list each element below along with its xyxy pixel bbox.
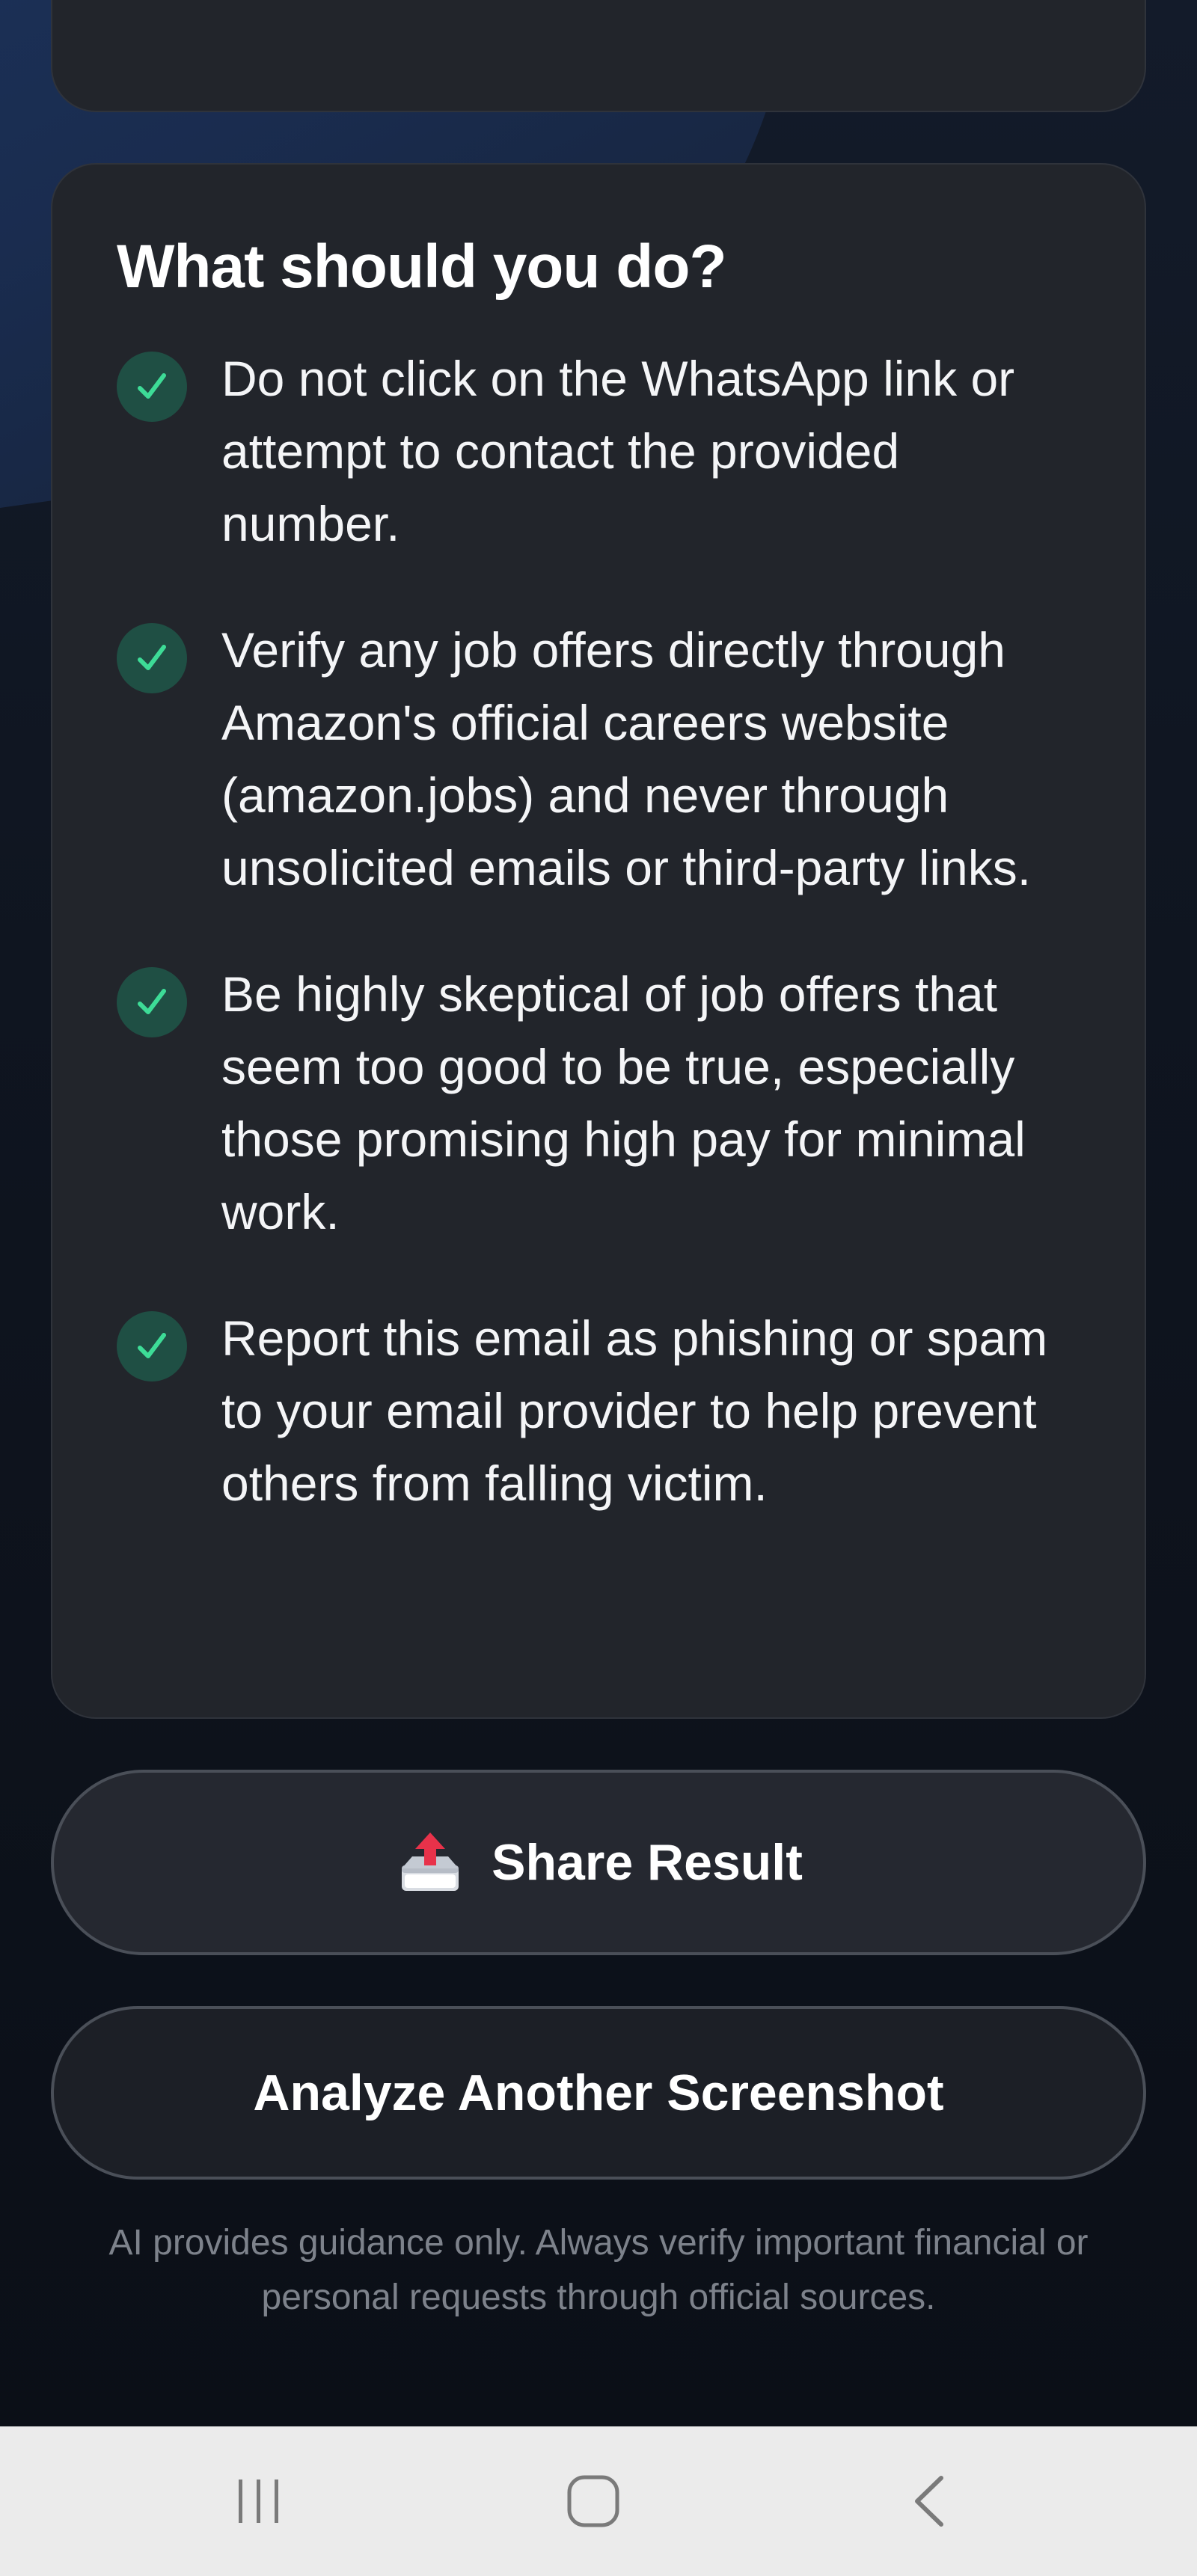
list-item: Verify any job offers directly through A… (117, 614, 1080, 904)
list-item: Be highly skeptical of job offers that s… (117, 958, 1080, 1248)
previous-section-card (51, 0, 1146, 112)
analyze-another-button[interactable]: Analyze Another Screenshot (51, 2006, 1146, 2180)
recommendations-list: Do not click on the WhatsApp link or att… (117, 343, 1080, 1520)
check-icon (117, 1311, 187, 1382)
tip-text: Verify any job offers directly through A… (221, 622, 1032, 896)
check-icon (117, 967, 187, 1038)
recommendations-card: What should you do? Do not click on the … (51, 163, 1146, 1719)
check-icon (117, 623, 187, 694)
list-item: Do not click on the WhatsApp link or att… (117, 343, 1080, 560)
check-icon (117, 352, 187, 423)
back-button[interactable] (892, 2464, 967, 2539)
share-result-label: Share Result (492, 1834, 803, 1891)
analyze-another-label: Analyze Another Screenshot (253, 2064, 944, 2121)
outbox-tray-icon (402, 1833, 459, 1891)
recommendations-title: What should you do? (117, 233, 727, 301)
recent-apps-icon (239, 2480, 278, 2523)
home-icon (567, 2475, 619, 2527)
disclaimer-text: AI provides guidance only. Always verify… (108, 2223, 1089, 2317)
list-item: Report this email as phishing or spam to… (117, 1302, 1080, 1520)
home-button[interactable] (556, 2464, 631, 2539)
tip-text: Report this email as phishing or spam to… (221, 1310, 1048, 1512)
system-navigation-bar (0, 2426, 1197, 2576)
recent-apps-button[interactable] (221, 2464, 296, 2539)
tip-text: Do not click on the WhatsApp link or att… (221, 351, 1015, 552)
back-icon (915, 2476, 943, 2527)
tip-text: Be highly skeptical of job offers that s… (221, 966, 1026, 1240)
share-result-button[interactable]: Share Result (51, 1770, 1146, 1955)
